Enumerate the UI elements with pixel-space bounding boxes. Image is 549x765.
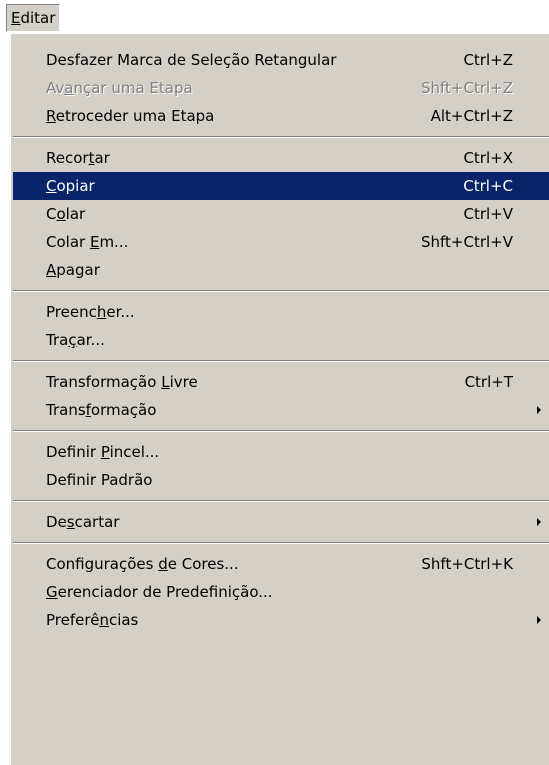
menu-item-label: Traçar... xyxy=(46,331,105,349)
menu-item-step-forward: Avançar uma Etapa Shft+Ctrl+Z xyxy=(13,74,549,102)
menu-item-copy[interactable]: Copiar Ctrl+C xyxy=(13,172,549,200)
menu-item-label: Preferências xyxy=(46,611,139,629)
menu-item-shortcut: Alt+Ctrl+Z xyxy=(430,107,513,125)
menu-separator xyxy=(13,536,549,550)
menu-item-label: Definir Pincel... xyxy=(46,443,160,461)
menu-separator xyxy=(13,494,549,508)
menu-item-label: Configurações de Cores... xyxy=(46,555,239,573)
menu-separator xyxy=(13,284,549,298)
menu-item-label: Recortar xyxy=(46,149,110,167)
menu-item-label: Descartar xyxy=(46,513,120,531)
menu-item-label: Gerenciador de Predefinição... xyxy=(46,583,273,601)
menu-item-label: Colar Em... xyxy=(46,233,129,251)
menu-item-color-settings[interactable]: Configurações de Cores... Shft+Ctrl+K xyxy=(13,550,549,578)
menu-separator xyxy=(13,424,549,438)
menu-item-label: Colar xyxy=(46,205,86,223)
menu-item-define-brush[interactable]: Definir Pincel... xyxy=(13,438,549,466)
menu-separator xyxy=(13,130,549,144)
menu-item-clear[interactable]: Apagar xyxy=(13,256,549,284)
menu-item-label: Apagar xyxy=(46,261,100,279)
menu-item-label: Definir Padrão xyxy=(46,471,153,489)
menu-item-shortcut: Ctrl+X xyxy=(463,149,513,167)
menu-item-paste-into[interactable]: Colar Em... Shft+Ctrl+V xyxy=(13,228,549,256)
menu-item-transform[interactable]: Transformação xyxy=(13,396,549,424)
menu-item-label: Preencher... xyxy=(46,303,135,321)
submenu-arrow-icon xyxy=(537,518,541,526)
menu-item-paste[interactable]: Colar Ctrl+V xyxy=(13,200,549,228)
menu-item-label: Copiar xyxy=(46,177,95,195)
menu-item-fill[interactable]: Preencher... xyxy=(13,298,549,326)
menu-item-label: Avançar uma Etapa xyxy=(46,79,193,97)
menu-item-step-backward[interactable]: Retroceder uma Etapa Alt+Ctrl+Z xyxy=(13,102,549,130)
menu-item-shortcut: Ctrl+V xyxy=(463,205,513,223)
menu-item-shortcut: Shft+Ctrl+V xyxy=(420,233,513,251)
menu-item-label: Desfazer Marca de Seleção Retangular xyxy=(46,51,337,69)
menu-item-shortcut: Shft+Ctrl+Z xyxy=(420,79,513,97)
edit-dropdown-menu: Desfazer Marca de Seleção Retangular Ctrl… xyxy=(10,33,549,765)
menu-item-define-pattern[interactable]: Definir Padrão xyxy=(13,466,549,494)
menu-item-shortcut: Ctrl+Z xyxy=(463,51,513,69)
submenu-arrow-icon xyxy=(537,406,541,414)
submenu-arrow-icon xyxy=(537,616,541,624)
menu-item-purge[interactable]: Descartar xyxy=(13,508,549,536)
menu-item-label: Transformação xyxy=(46,401,157,419)
menu-editar-label: ditar xyxy=(20,9,56,27)
menu-item-shortcut: Shft+Ctrl+K xyxy=(421,555,513,573)
menu-item-preferences[interactable]: Preferências xyxy=(13,606,549,634)
menu-item-label: Transformação Livre xyxy=(46,373,198,391)
menu-item-undo[interactable]: Desfazer Marca de Seleção Retangular Ctrl… xyxy=(13,46,549,74)
menu-separator xyxy=(13,354,549,368)
menu-item-free-transform[interactable]: Transformação Livre Ctrl+T xyxy=(13,368,549,396)
menu-item-shortcut: Ctrl+C xyxy=(463,177,513,195)
menu-item-cut[interactable]: Recortar Ctrl+X xyxy=(13,144,549,172)
menu-item-stroke[interactable]: Traçar... xyxy=(13,326,549,354)
menu-editar[interactable]: Editar xyxy=(6,4,60,32)
menu-item-shortcut: Ctrl+T xyxy=(464,373,513,391)
menu-item-label: Retroceder uma Etapa xyxy=(46,107,215,125)
menu-item-preset-manager[interactable]: Gerenciador de Predefinição... xyxy=(13,578,549,606)
